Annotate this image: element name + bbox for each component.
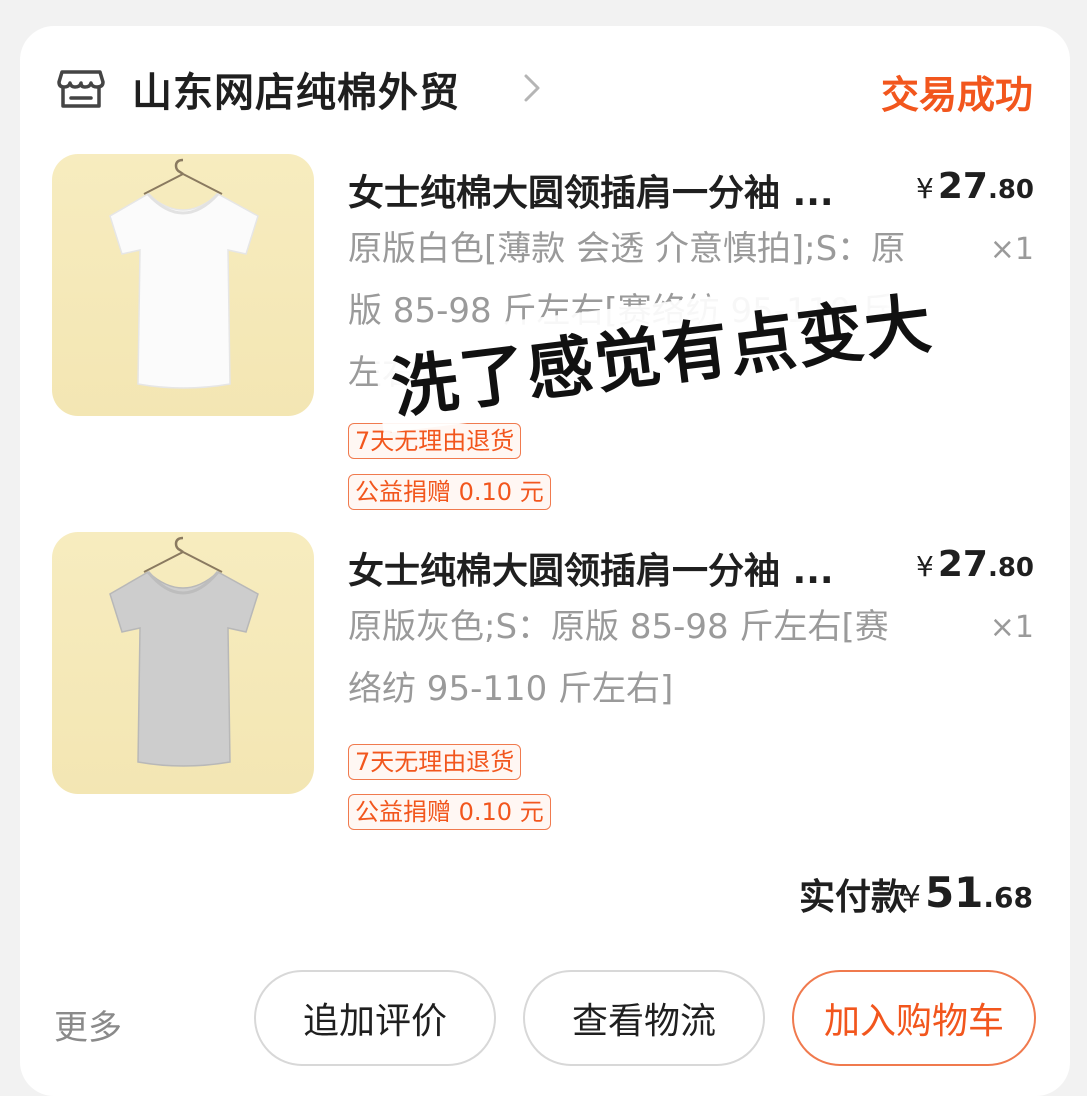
item-quantity: ×1 xyxy=(989,610,1034,645)
item-price: ¥27.80 xyxy=(916,166,1034,207)
store-icon[interactable] xyxy=(56,62,106,112)
add-review-button[interactable]: 追加评价 xyxy=(254,970,496,1066)
chevron-right-icon[interactable] xyxy=(520,68,544,108)
total-decimal: .68 xyxy=(983,881,1033,914)
item-title[interactable]: 女士纯棉大圆领插肩一分袖 ... xyxy=(348,542,908,594)
item-title[interactable]: 女士纯棉大圆领插肩一分袖 ... xyxy=(348,164,908,216)
price-integer: 27 xyxy=(937,544,988,585)
view-logistics-button[interactable]: 查看物流 xyxy=(523,970,765,1066)
total-label: 实付款 xyxy=(798,877,907,918)
tag-charity: 公益捐赠 0.10 元 xyxy=(348,794,551,830)
item-price: ¥27.80 xyxy=(916,544,1034,585)
more-button[interactable]: 更多 xyxy=(54,1000,122,1049)
total-amount: ¥51.68 xyxy=(902,868,1033,917)
item-quantity: ×1 xyxy=(989,232,1034,267)
order-status: 交易成功 xyxy=(880,73,1033,117)
tag-return-policy: 7天无理由退货 xyxy=(348,423,522,459)
price-currency: ¥ xyxy=(916,172,934,205)
price-decimal: .80 xyxy=(987,175,1034,205)
price-decimal: .80 xyxy=(987,553,1034,583)
total-integer: 51 xyxy=(924,868,984,917)
store-name[interactable]: 山东网店纯棉外贸 xyxy=(132,60,460,118)
price-integer: 27 xyxy=(937,166,988,207)
product-image-white-tshirt[interactable] xyxy=(52,154,314,416)
tag-charity: 公益捐赠 0.10 元 xyxy=(348,474,551,510)
tag-return-policy: 7天无理由退货 xyxy=(348,744,522,780)
total-currency: ¥ xyxy=(901,880,921,915)
add-to-cart-button[interactable]: 加入购物车 xyxy=(792,970,1036,1066)
item-spec: 原版灰色;S：原版 85-98 斤左右[赛络纺 95-110 斤左右] xyxy=(348,607,889,709)
price-currency: ¥ xyxy=(916,550,934,583)
product-image-gray-tshirt[interactable] xyxy=(52,532,314,794)
